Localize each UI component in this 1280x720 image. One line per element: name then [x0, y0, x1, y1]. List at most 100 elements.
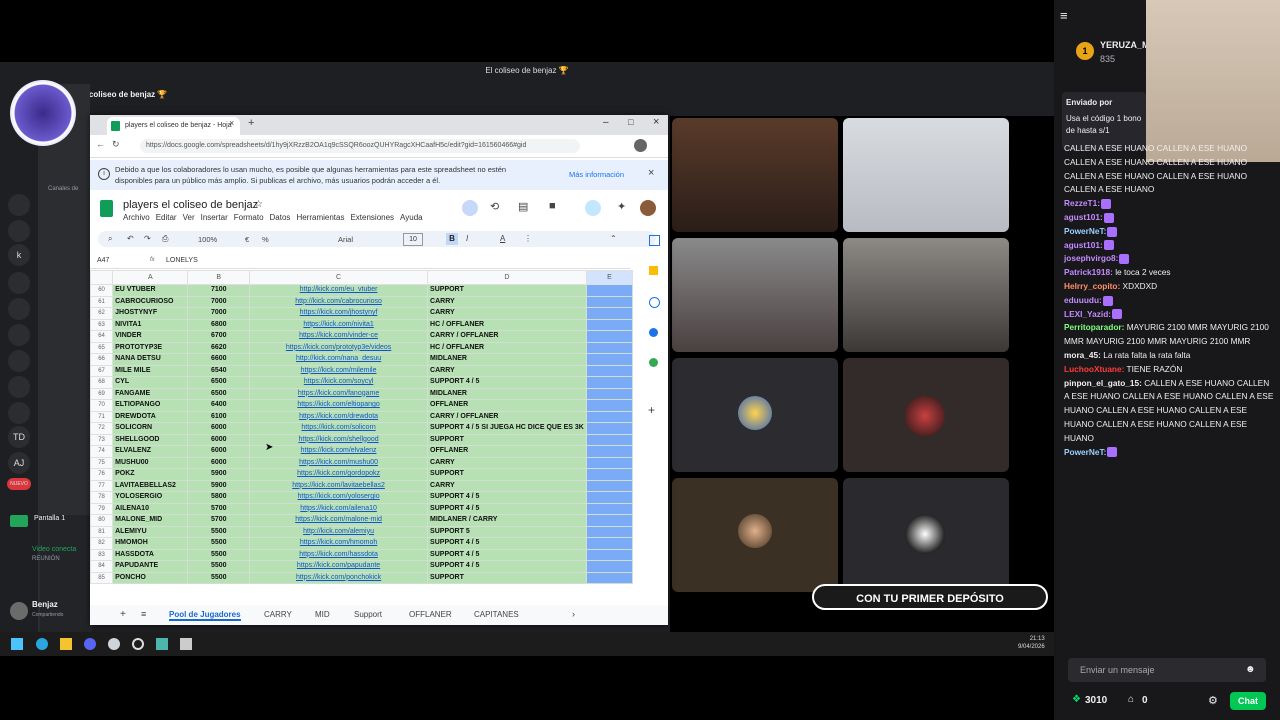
app-icon[interactable]: [156, 638, 168, 650]
mmr-cell[interactable]: 5500: [187, 560, 251, 573]
empty-cell[interactable]: [585, 341, 633, 354]
row-number[interactable]: 72: [90, 422, 114, 435]
menu-edit[interactable]: Editar: [156, 213, 177, 222]
chat-username[interactable]: agust101:: [1064, 240, 1103, 250]
mmr-cell[interactable]: 6800: [187, 318, 251, 331]
mmr-cell[interactable]: 7100: [187, 284, 251, 297]
kick-link-cell[interactable]: https://kick.com/vinder-ce: [249, 330, 429, 343]
reload-icon[interactable]: ↻: [112, 139, 120, 150]
profile-avatar[interactable]: [634, 139, 647, 152]
mmr-cell[interactable]: 6540: [187, 364, 251, 377]
calculator-icon[interactable]: [180, 638, 192, 650]
row-number[interactable]: 78: [90, 491, 114, 504]
formula-bar[interactable]: LONELYS: [166, 257, 198, 264]
kick-link-cell[interactable]: https://kick.com/nivita1: [249, 318, 429, 331]
sheet-tab-mid[interactable]: MID: [315, 610, 330, 619]
player-name-cell[interactable]: LAVITAEBELLAS2: [112, 479, 189, 492]
chat-username[interactable]: LuchooXtuane:: [1064, 364, 1124, 374]
column-header-b[interactable]: B: [187, 270, 251, 285]
empty-cell[interactable]: [585, 502, 633, 515]
mmr-cell[interactable]: 6000: [187, 422, 251, 435]
more-info-link[interactable]: Más información: [569, 170, 624, 179]
server-icon[interactable]: [8, 220, 30, 242]
mmr-cell[interactable]: 5500: [187, 548, 251, 561]
kick-link-cell[interactable]: https://kick.com/lavitaebellas2: [249, 479, 429, 492]
discord-icon[interactable]: [84, 638, 96, 650]
player-name-cell[interactable]: CYL: [112, 376, 189, 389]
new-tab-icon[interactable]: +: [248, 117, 254, 129]
kick-link-cell[interactable]: https://kick.com/papudante: [249, 560, 429, 573]
player-name-cell[interactable]: ALEMIYU: [112, 525, 189, 538]
empty-cell[interactable]: [585, 514, 633, 527]
role-cell[interactable]: CARRY: [427, 479, 587, 492]
italic-icon[interactable]: I: [466, 234, 468, 243]
chat-username[interactable]: RezzeT1:: [1064, 198, 1100, 208]
contacts-icon[interactable]: [649, 328, 658, 337]
empty-cell[interactable]: [585, 399, 633, 412]
video-tile[interactable]: [843, 358, 1009, 472]
role-cell[interactable]: MIDLANER / CARRY: [427, 514, 587, 527]
print-icon[interactable]: ⎙: [162, 234, 168, 244]
zoom-select[interactable]: 100%: [198, 235, 217, 244]
collapse-icon[interactable]: ⌃: [610, 234, 617, 243]
role-cell[interactable]: OFFLANER: [427, 445, 587, 458]
kick-link-cell[interactable]: https://kick.com/soycyl: [249, 376, 429, 389]
top-gifter-name[interactable]: YERUZA_M: [1100, 40, 1150, 50]
player-name-cell[interactable]: PROTOTYP3E: [112, 341, 189, 354]
avatar[interactable]: [640, 200, 656, 216]
kick-link-cell[interactable]: http://kick.com/alemiyu: [249, 525, 429, 538]
mmr-cell[interactable]: 5700: [187, 502, 251, 515]
video-tile[interactable]: [672, 238, 838, 352]
mmr-cell[interactable]: 6000: [187, 456, 251, 469]
chat-username[interactable]: Perritoparador:: [1064, 322, 1124, 332]
comment-icon[interactable]: ▤: [518, 200, 528, 213]
calendar-icon[interactable]: [649, 235, 660, 246]
row-number[interactable]: 75: [90, 456, 114, 469]
empty-cell[interactable]: [585, 422, 633, 435]
empty-cell[interactable]: [585, 318, 633, 331]
kick-link-cell[interactable]: https://kick.com/malone-mid: [249, 514, 429, 527]
chat-username[interactable]: Helrry_copito:: [1064, 281, 1120, 291]
role-cell[interactable]: SUPPORT: [427, 433, 587, 446]
row-number[interactable]: 77: [90, 479, 114, 492]
document-title[interactable]: players el coliseo de benjaz: [123, 199, 258, 211]
video-tile[interactable]: [843, 478, 1009, 592]
column-header-a[interactable]: A: [112, 270, 189, 285]
sheets-logo-icon[interactable]: [100, 200, 113, 217]
empty-cell[interactable]: [585, 364, 633, 377]
empty-cell[interactable]: [585, 537, 633, 550]
folder-icon[interactable]: [60, 638, 72, 650]
chat-username[interactable]: agust101:: [1064, 212, 1103, 222]
row-number[interactable]: 85: [90, 571, 114, 584]
video-tile[interactable]: [672, 358, 838, 472]
kick-link-cell[interactable]: https://kick.com/milemile: [249, 364, 429, 377]
tasks-icon[interactable]: [649, 297, 660, 308]
more-icon[interactable]: ⋮: [524, 234, 532, 243]
player-name-cell[interactable]: JHOSTYNYF: [112, 307, 189, 320]
empty-cell[interactable]: [585, 548, 633, 561]
row-number[interactable]: 70: [90, 399, 114, 412]
kick-link-cell[interactable]: https://kick.com/hassdota: [249, 548, 429, 561]
menu-help[interactable]: Ayuda: [400, 213, 423, 222]
mmr-cell[interactable]: 5500: [187, 525, 251, 538]
row-number[interactable]: 82: [90, 537, 114, 550]
menu-insert[interactable]: Insertar: [201, 213, 228, 222]
server-icon[interactable]: [8, 298, 30, 320]
mmr-cell[interactable]: 6700: [187, 330, 251, 343]
player-name-cell[interactable]: VINDER: [112, 330, 189, 343]
chat-menu-icon[interactable]: ≡: [1060, 8, 1068, 23]
row-number[interactable]: 73: [90, 433, 114, 446]
role-cell[interactable]: SUPPORT 4 / 5: [427, 548, 587, 561]
row-number[interactable]: 69: [90, 387, 114, 400]
mmr-cell[interactable]: 6500: [187, 387, 251, 400]
row-number[interactable]: 64: [90, 330, 114, 343]
empty-cell[interactable]: [585, 307, 633, 320]
row-number[interactable]: 62: [90, 307, 114, 320]
server-icon[interactable]: [8, 350, 30, 372]
percent-icon[interactable]: %: [262, 235, 269, 244]
browser-tab[interactable]: players el coliseo de benjaz - Hoja: [107, 117, 240, 135]
mmr-cell[interactable]: 6620: [187, 341, 251, 354]
menu-view[interactable]: Ver: [183, 213, 195, 222]
mmr-cell[interactable]: 5500: [187, 537, 251, 550]
bold-icon[interactable]: B: [446, 233, 458, 245]
